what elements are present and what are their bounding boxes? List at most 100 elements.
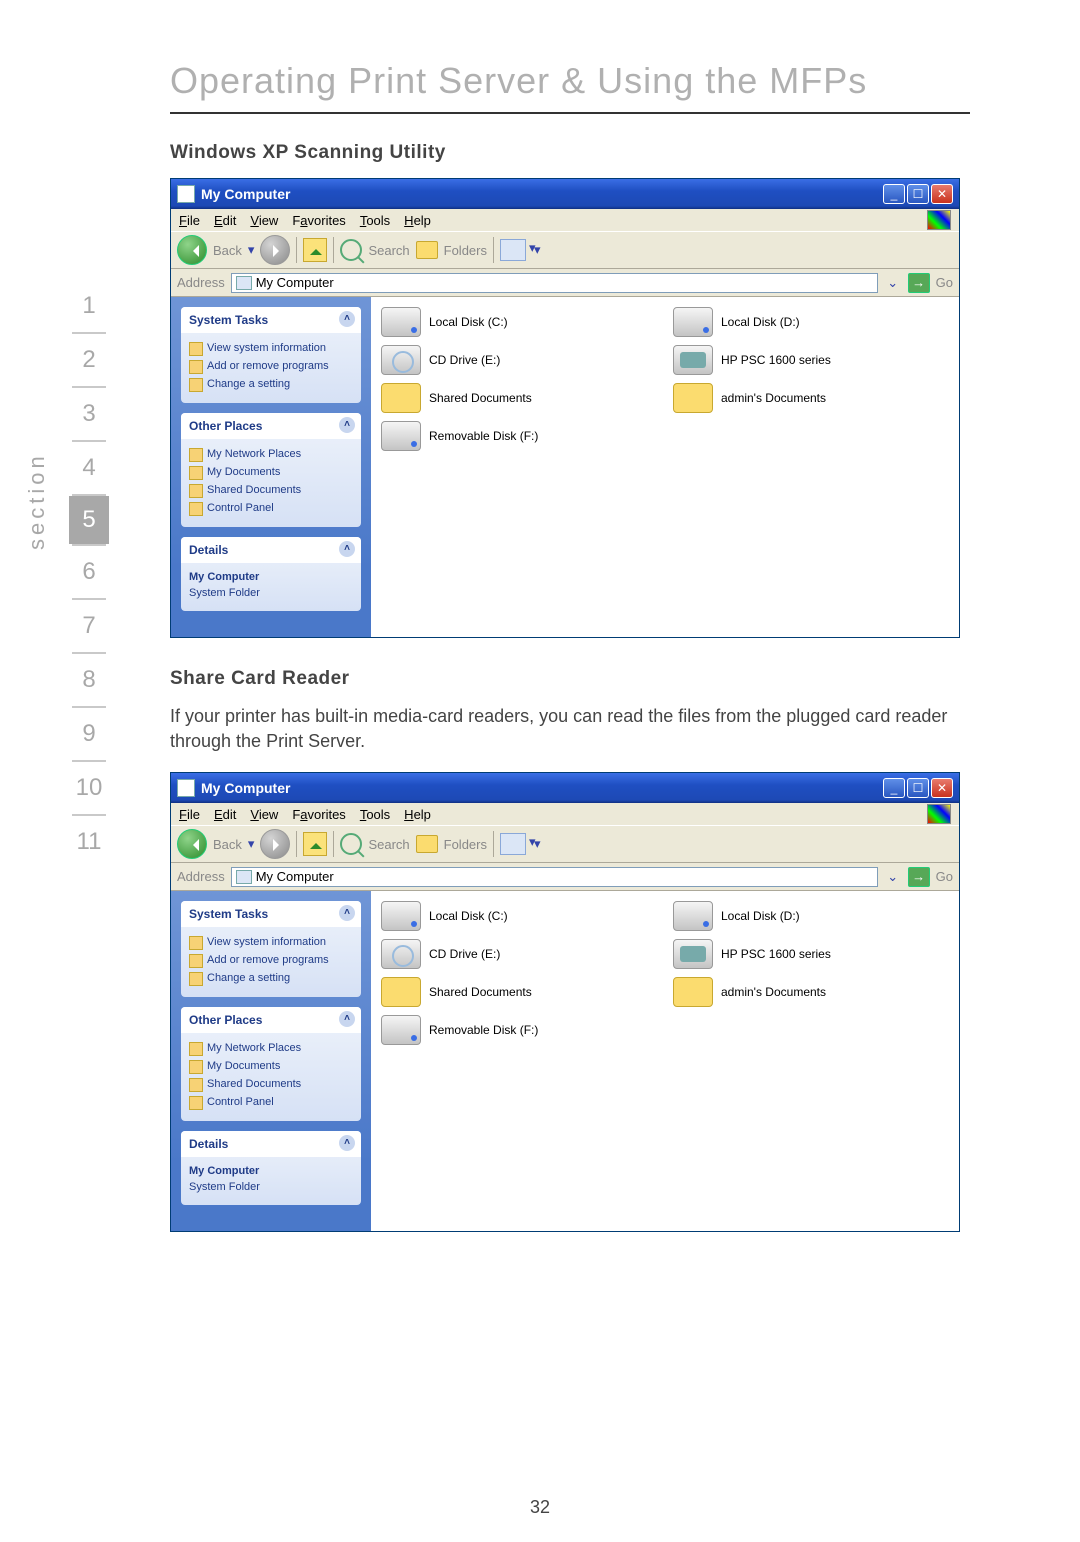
link-control-panel[interactable]: Control Panel [189,1093,353,1111]
back-button[interactable] [177,829,207,859]
drive-item[interactable]: Local Disk (C:) [381,901,657,931]
link-system-info[interactable]: View system information [189,933,353,951]
menu-edit[interactable]: Edit [214,807,236,822]
search-icon[interactable] [340,239,362,261]
menubar: File Edit View Favorites Tools Help [171,803,959,825]
forward-button[interactable] [260,829,290,859]
menu-view[interactable]: View [250,807,278,822]
folders-icon[interactable] [416,835,438,853]
folder-icon [673,977,713,1007]
drive-item[interactable]: CD Drive (E:) [381,345,657,375]
chevron-up-icon[interactable]: ˄ [339,311,355,327]
minimize-button[interactable]: _ [883,778,905,798]
close-button[interactable]: ✕ [931,778,953,798]
menubar: File Edit View Favorites Tools Help [171,209,959,231]
menu-help[interactable]: Help [404,213,431,228]
chevron-up-icon[interactable]: ˄ [339,417,355,433]
go-button[interactable]: → [908,867,930,887]
address-field[interactable]: My Computer [231,273,878,293]
folders-label[interactable]: Folders [444,837,487,852]
link-change-setting[interactable]: Change a setting [189,375,353,393]
drive-item[interactable]: Removable Disk (F:) [381,421,657,451]
menu-favorites[interactable]: Favorites [292,213,345,228]
link-shared-documents[interactable]: Shared Documents [189,1075,353,1093]
up-button[interactable] [303,238,327,262]
link-network-places[interactable]: My Network Places [189,1039,353,1057]
address-dropdown[interactable]: ⌄ [884,869,902,885]
drive-item[interactable]: HP PSC 1600 series [673,345,949,375]
my-computer-small-icon [236,276,252,290]
back-button[interactable] [177,235,207,265]
link-change-setting[interactable]: Change a setting [189,969,353,987]
up-button[interactable] [303,832,327,856]
sidebar: System Tasks˄ View system information Ad… [171,891,371,1231]
drive-item[interactable]: Local Disk (D:) [673,307,949,337]
folder-icon [381,977,421,1007]
page-title: Operating Print Server & Using the MFPs [170,60,970,102]
views-button[interactable] [500,239,526,261]
minimize-button[interactable]: _ [883,184,905,204]
other-places-header[interactable]: Other Places˄ [181,1007,361,1033]
drive-item[interactable]: Removable Disk (F:) [381,1015,657,1045]
folders-icon[interactable] [416,241,438,259]
details-name: My Computer [189,569,353,585]
menu-edit[interactable]: Edit [214,213,236,228]
link-control-panel[interactable]: Control Panel [189,499,353,517]
heading-windows-xp-scanning: Windows XP Scanning Utility [170,142,970,164]
toolbar: Back ▾ Search Folders ▾ [171,825,959,863]
window-title: My Computer [201,186,883,202]
link-add-remove[interactable]: Add or remove programs [189,357,353,375]
views-button[interactable] [500,833,526,855]
drive-item[interactable]: HP PSC 1600 series [673,939,949,969]
search-label[interactable]: Search [368,243,409,258]
other-places-header[interactable]: Other Places˄ [181,413,361,439]
drive-item[interactable]: Local Disk (C:) [381,307,657,337]
search-label[interactable]: Search [368,837,409,852]
maximize-button[interactable]: ☐ [907,778,929,798]
details-header[interactable]: Details˄ [181,537,361,563]
details-panel: Details˄ My Computer System Folder [181,537,361,611]
drive-item[interactable]: Local Disk (D:) [673,901,949,931]
address-label: Address [177,869,225,884]
go-button[interactable]: → [908,273,930,293]
details-header[interactable]: Details˄ [181,1131,361,1157]
link-system-info[interactable]: View system information [189,339,353,357]
system-tasks-header[interactable]: System Tasks˄ [181,901,361,927]
menu-file[interactable]: File [179,807,200,822]
system-tasks-header[interactable]: System Tasks˄ [181,307,361,333]
link-my-documents[interactable]: My Documents [189,463,353,481]
folders-label[interactable]: Folders [444,243,487,258]
drive-item[interactable]: Shared Documents [381,383,657,413]
drive-item[interactable]: admin's Documents [673,977,949,1007]
go-label: Go [936,275,953,290]
drive-item[interactable]: CD Drive (E:) [381,939,657,969]
menu-file[interactable]: File [179,213,200,228]
maximize-button[interactable]: ☐ [907,184,929,204]
menu-favorites[interactable]: Favorites [292,807,345,822]
titlebar[interactable]: My Computer _ ☐ ✕ [171,773,959,803]
drive-item[interactable]: Shared Documents [381,977,657,1007]
link-shared-documents[interactable]: Shared Documents [189,481,353,499]
search-icon[interactable] [340,833,362,855]
drive-item[interactable]: admin's Documents [673,383,949,413]
link-add-remove[interactable]: Add or remove programs [189,951,353,969]
my-computer-icon [177,185,195,203]
xp-window-2: My Computer _ ☐ ✕ File Edit View Favorit… [170,772,960,1232]
chevron-up-icon[interactable]: ˄ [339,541,355,557]
address-dropdown[interactable]: ⌄ [884,275,902,291]
menu-help[interactable]: Help [404,807,431,822]
my-computer-icon [177,779,195,797]
windows-logo-icon [927,210,951,230]
link-my-documents[interactable]: My Documents [189,1057,353,1075]
menu-tools[interactable]: Tools [360,807,390,822]
address-label: Address [177,275,225,290]
menu-tools[interactable]: Tools [360,213,390,228]
link-network-places[interactable]: My Network Places [189,445,353,463]
forward-button[interactable] [260,235,290,265]
content-area: Local Disk (C:) Local Disk (D:) CD Drive… [371,297,959,637]
windows-logo-icon [927,804,951,824]
address-field[interactable]: My Computer [231,867,878,887]
close-button[interactable]: ✕ [931,184,953,204]
menu-view[interactable]: View [250,213,278,228]
titlebar[interactable]: My Computer _ ☐ ✕ [171,179,959,209]
